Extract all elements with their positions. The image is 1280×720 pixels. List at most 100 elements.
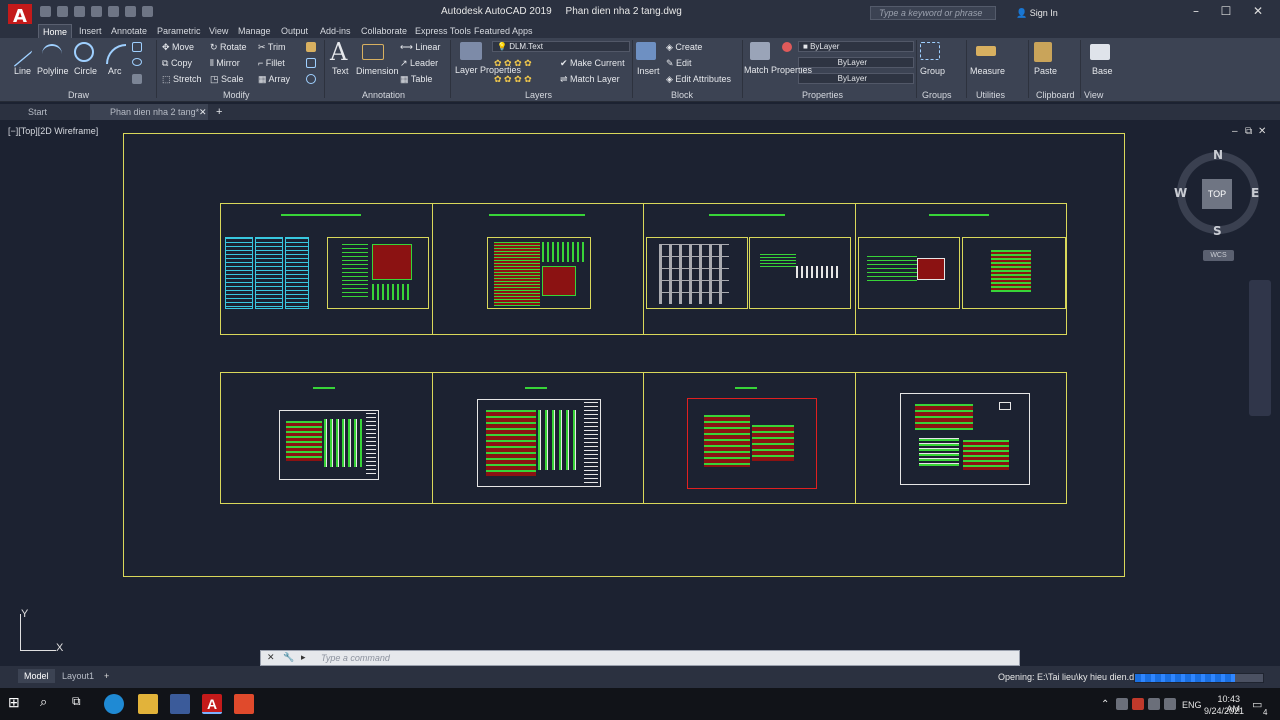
groups-group-label[interactable]: Groups <box>922 90 952 100</box>
tab-home[interactable]: Home <box>38 24 73 38</box>
text-icon[interactable]: A <box>330 38 347 66</box>
command-line[interactable]: ✕ 🔧 ▸ Type a command <box>260 650 1020 666</box>
color-wheel-icon[interactable] <box>782 42 792 52</box>
array-tool[interactable]: ▦ Array <box>258 74 290 85</box>
scale-tool[interactable]: ◳ Scale <box>210 74 244 85</box>
measure-icon[interactable] <box>976 46 996 56</box>
tab-view[interactable]: View <box>205 24 232 38</box>
tab-layout1[interactable]: Layout1 <box>56 669 100 683</box>
layer-properties-icon[interactable] <box>460 42 482 60</box>
tab-model[interactable]: Model <box>18 669 55 683</box>
text-tool[interactable]: Text <box>332 66 349 76</box>
dimension-tool[interactable]: Dimension <box>356 66 399 76</box>
drawing-viewport[interactable]: [−][Top][2D Wireframe] – ⧉ ✕ N W E S TOP… <box>0 122 1280 666</box>
tray-overflow-icon[interactable]: ⌃ <box>1101 699 1109 710</box>
polyline-tool[interactable]: Polyline <box>37 66 69 76</box>
autocad-taskbar-icon[interactable]: A <box>202 694 222 714</box>
line-icon[interactable] <box>14 34 32 68</box>
compass-east[interactable]: E <box>1251 186 1259 200</box>
match-properties-icon[interactable] <box>750 42 770 60</box>
tab-add-ins[interactable]: Add-ins <box>316 24 355 38</box>
close-window-button[interactable]: ✕ <box>1248 3 1268 19</box>
move-tool[interactable]: ✥ Move <box>162 42 194 53</box>
compass-south[interactable]: S <box>1213 224 1222 238</box>
match-layer-tool[interactable]: ⇌ Match Layer <box>560 74 620 85</box>
language-indicator[interactable]: ENG <box>1182 700 1202 710</box>
modify-group-label[interactable]: Modify <box>223 90 250 100</box>
copy-tool[interactable]: ⧉ Copy <box>162 58 192 69</box>
base-tool[interactable]: Base <box>1092 66 1113 76</box>
edit-block-tool[interactable]: ✎ Edit <box>666 58 692 69</box>
viewport-minimize-icon[interactable]: – <box>1232 126 1238 137</box>
undo-icon[interactable] <box>125 6 136 17</box>
base-view-icon[interactable] <box>1090 44 1110 60</box>
clock-date[interactable]: 9/24/2021 <box>1204 706 1244 716</box>
layer-tool-icons[interactable]: ✿ ✿ ✿ ✿ <box>494 74 532 85</box>
trim-tool[interactable]: ✂ Trim <box>258 42 286 53</box>
new-icon[interactable] <box>40 6 51 17</box>
viewport-close-icon[interactable]: ✕ <box>1258 126 1266 137</box>
antivirus-icon[interactable] <box>1132 698 1144 710</box>
line-tool[interactable]: Line <box>14 66 31 76</box>
arc-tool[interactable]: Arc <box>108 66 122 76</box>
command-prompt-icon[interactable]: ▸ <box>301 652 306 663</box>
offset-icon[interactable] <box>306 74 316 84</box>
circle-icon[interactable] <box>74 42 94 62</box>
group-icon[interactable] <box>920 42 940 60</box>
top-sheet-set[interactable] <box>220 203 1067 335</box>
wcs-menu[interactable]: WCS <box>1203 250 1234 261</box>
tab-featured-apps[interactable]: Featured Apps <box>470 24 537 38</box>
mirror-tool[interactable]: ⫴ Mirror <box>210 58 240 69</box>
block-group-label[interactable]: Block <box>671 90 693 100</box>
tab-insert[interactable]: Insert <box>75 24 106 38</box>
layers-group-label[interactable]: Layers <box>525 90 552 100</box>
ellipse-icon[interactable] <box>132 58 142 66</box>
tab-start[interactable]: Start <box>8 104 100 120</box>
stretch-tool[interactable]: ⬚ Stretch <box>162 74 202 85</box>
tab-output[interactable]: Output <box>277 24 312 38</box>
notifications-icon[interactable]: ▭ <box>1252 698 1262 711</box>
circle-tool[interactable]: Circle <box>74 66 97 76</box>
open-icon[interactable] <box>57 6 68 17</box>
tab-drawing[interactable]: Phan dien nha 2 tang* <box>90 104 208 120</box>
compass-west[interactable]: W <box>1174 186 1187 200</box>
properties-group-label[interactable]: Properties <box>802 90 843 100</box>
layer-state-icons[interactable]: ✿ ✿ ✿ ✿ <box>494 58 532 69</box>
view-group-label[interactable]: View <box>1084 90 1103 100</box>
tray-app-icon[interactable] <box>1116 698 1128 710</box>
table-tool[interactable]: ▦ Table <box>400 74 432 85</box>
new-tab-icon[interactable]: + <box>216 106 222 118</box>
customize-icon[interactable]: 🔧 <box>283 652 294 663</box>
compass-north[interactable]: N <box>1213 148 1223 162</box>
screen-recorder-icon[interactable] <box>234 694 254 714</box>
close-command-icon[interactable]: ✕ <box>267 652 275 663</box>
edit-attributes-tool[interactable]: ◈ Edit Attributes <box>666 74 731 85</box>
leader-tool[interactable]: ↗ Leader <box>400 58 438 69</box>
insert-tool[interactable]: Insert <box>637 66 660 76</box>
polyline-icon[interactable] <box>42 44 62 58</box>
close-tab-icon[interactable]: ✕ <box>199 107 207 118</box>
arc-icon[interactable] <box>106 44 126 64</box>
explode-icon[interactable] <box>306 58 316 68</box>
file-explorer-icon[interactable] <box>138 694 158 714</box>
network-icon[interactable] <box>1148 698 1160 710</box>
tab-collaborate[interactable]: Collaborate <box>357 24 411 38</box>
viewport-controls-label[interactable]: [−][Top][2D Wireframe] <box>8 126 98 136</box>
minimize-button[interactable]: – <box>1186 3 1206 19</box>
search-icon[interactable]: ⌕ <box>40 694 60 714</box>
navigation-bar[interactable] <box>1249 280 1271 416</box>
annotation-group-label[interactable]: Annotation <box>362 90 405 100</box>
paste-tool[interactable]: Paste <box>1034 66 1057 76</box>
insert-block-icon[interactable] <box>636 42 656 60</box>
rotate-tool[interactable]: ↻ Rotate <box>210 42 247 53</box>
linetype-dropdown[interactable]: ByLayer <box>798 57 914 68</box>
tab-manage[interactable]: Manage <box>234 24 275 38</box>
volume-icon[interactable] <box>1164 698 1176 710</box>
utilities-group-label[interactable]: Utilities <box>976 90 1005 100</box>
bottom-sheet-set[interactable] <box>220 372 1067 504</box>
sign-in-button[interactable]: 👤 Sign In <box>1016 8 1058 19</box>
maximize-button[interactable]: ☐ <box>1216 3 1236 19</box>
viewport-restore-icon[interactable]: ⧉ <box>1245 126 1252 137</box>
draw-group-label[interactable]: Draw <box>68 90 89 100</box>
task-view-icon[interactable]: ⧉ <box>72 694 92 714</box>
